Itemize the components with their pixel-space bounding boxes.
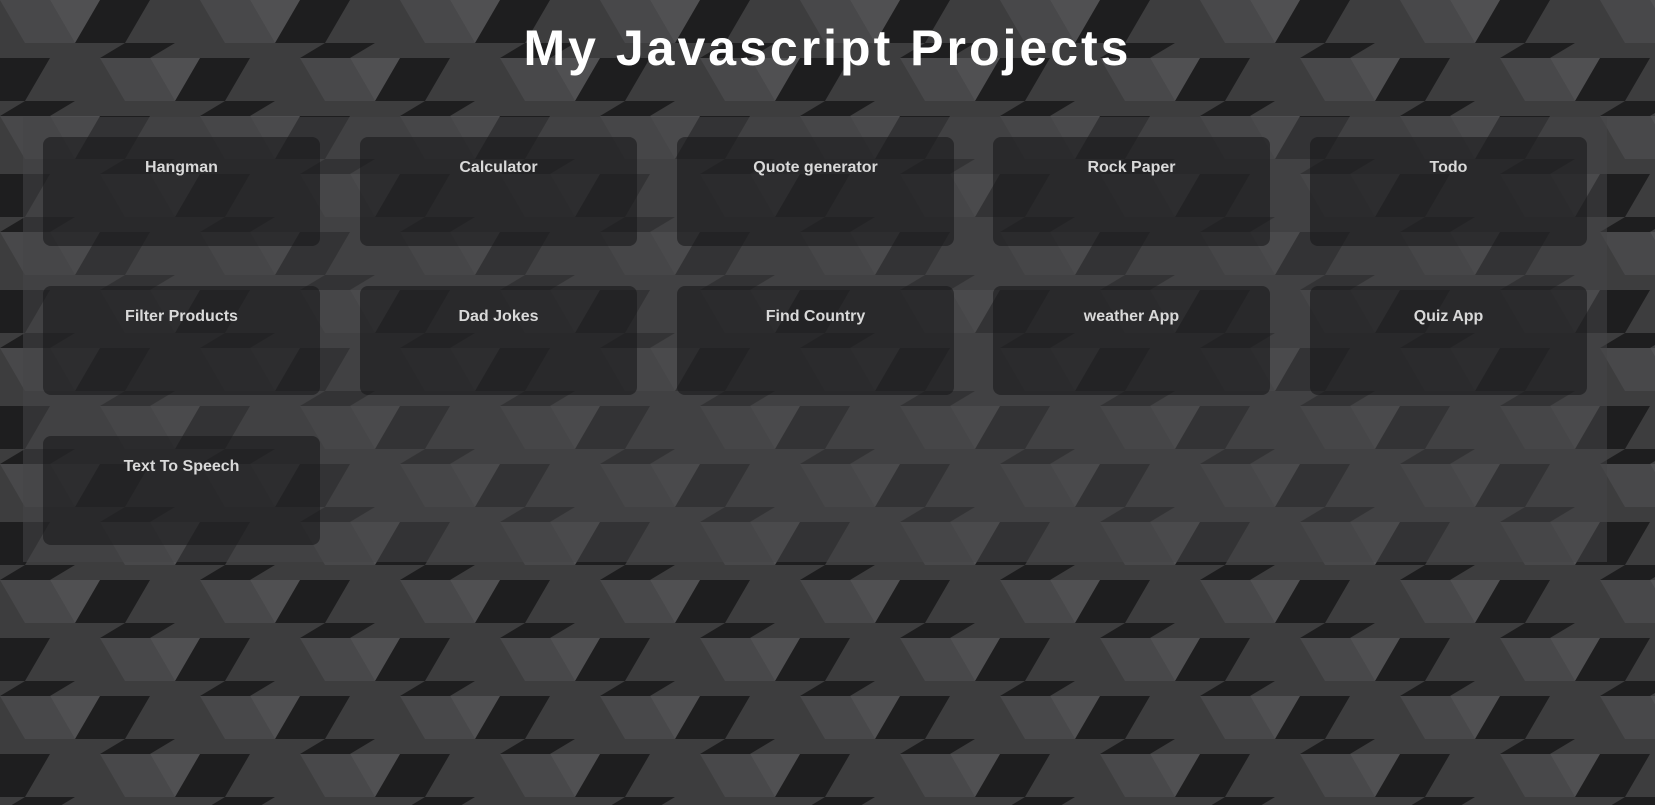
project-card-label: Quote generator (753, 159, 878, 176)
project-card-find-country[interactable]: Find Country (677, 286, 954, 395)
project-card-label: Hangman (145, 159, 218, 176)
project-card-dad-jokes[interactable]: Dad Jokes (360, 286, 637, 395)
project-card-label: Calculator (459, 159, 538, 176)
project-card-quote-generator[interactable]: Quote generator (677, 137, 954, 246)
project-card-weather-app[interactable]: weather App (993, 286, 1270, 395)
projects-panel: Hangman Calculator Quote generator Rock … (23, 117, 1607, 562)
project-card-label: Filter Products (125, 308, 238, 325)
project-card-rock-paper[interactable]: Rock Paper (993, 137, 1270, 246)
project-card-text-to-speech[interactable]: Text To Speech (43, 436, 320, 545)
project-card-label: weather App (1083, 308, 1180, 325)
project-card-todo[interactable]: Todo (1310, 137, 1587, 246)
project-card-label: Dad Jokes (458, 308, 539, 325)
project-card-calculator[interactable]: Calculator (360, 137, 637, 246)
page-title: My Javascript Projects (523, 20, 1132, 76)
project-card-hangman[interactable]: Hangman (43, 137, 320, 246)
project-card-label: Rock Paper (1087, 159, 1176, 176)
project-card-label: Quiz App (1413, 308, 1484, 325)
project-card-label: Find Country (765, 308, 866, 325)
project-card-label: Text To Speech (123, 458, 240, 475)
project-card-label: Todo (1429, 159, 1468, 176)
project-card-filter-products[interactable]: Filter Products (43, 286, 320, 395)
project-card-quiz-app[interactable]: Quiz App (1310, 286, 1587, 395)
